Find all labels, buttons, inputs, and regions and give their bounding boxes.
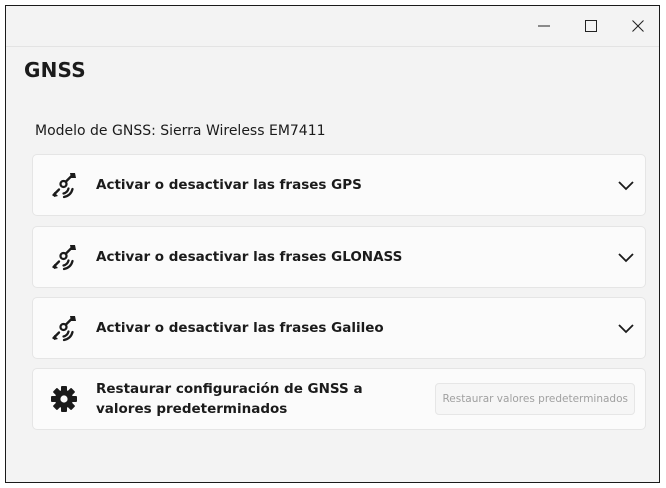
minimize-button[interactable] xyxy=(526,12,562,40)
minimize-icon xyxy=(538,25,550,27)
gnss-model-text: Modelo de GNSS: Sierra Wireless EM7411 xyxy=(35,123,326,139)
galileo-sentences-expander[interactable]: Activar o desactivar las frases Galileo xyxy=(32,297,646,359)
satellite-icon xyxy=(52,316,76,342)
page-title: GNSS xyxy=(24,58,86,82)
chevron-down-icon[interactable] xyxy=(617,179,635,191)
gps-sentences-label: Activar o desactivar las frases GPS xyxy=(96,177,362,193)
close-button[interactable] xyxy=(620,12,656,40)
app-window: GNSS Modelo de GNSS: Sierra Wireless EM7… xyxy=(5,5,660,483)
satellite-icon xyxy=(52,245,76,271)
maximize-icon xyxy=(585,20,597,32)
restore-defaults-card: Restaurar configuración de GNSS a valore… xyxy=(32,368,646,430)
title-bar xyxy=(6,6,659,47)
maximize-button[interactable] xyxy=(573,12,609,40)
close-icon xyxy=(632,20,644,32)
chevron-down-icon[interactable] xyxy=(617,322,635,334)
glonass-sentences-label: Activar o desactivar las frases GLONASS xyxy=(96,249,403,265)
galileo-sentences-label: Activar o desactivar las frases Galileo xyxy=(96,320,384,336)
restore-defaults-button[interactable]: Restaurar valores predeterminados xyxy=(435,383,635,415)
gps-sentences-expander[interactable]: Activar o desactivar las frases GPS xyxy=(32,154,646,216)
restore-defaults-label: Restaurar configuración de GNSS a valore… xyxy=(96,381,363,417)
chevron-down-icon[interactable] xyxy=(617,251,635,263)
gear-icon xyxy=(51,386,77,412)
satellite-icon xyxy=(52,173,76,199)
glonass-sentences-expander[interactable]: Activar o desactivar las frases GLONASS xyxy=(32,226,646,288)
